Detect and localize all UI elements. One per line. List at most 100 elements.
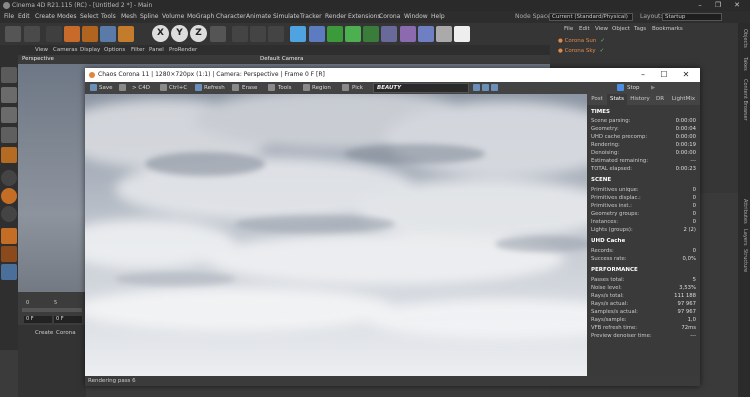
menu-render[interactable]: Render (325, 11, 346, 23)
tab-post[interactable]: Post (587, 94, 607, 105)
tab-layers[interactable]: Layers (740, 229, 748, 246)
deformer-icon[interactable] (363, 26, 379, 42)
viewport-menu-filter[interactable]: Filter (131, 45, 145, 55)
menu-mesh[interactable]: Mesh (121, 11, 137, 23)
viewport-menu-panel[interactable]: Panel (149, 45, 164, 55)
om-menu-edit[interactable]: Edit (579, 26, 590, 32)
stop-button[interactable]: Stop (627, 82, 640, 94)
edges-mode-icon[interactable] (1, 147, 17, 163)
solo-icon[interactable] (1, 228, 17, 244)
om-menu-view[interactable]: View (595, 26, 608, 32)
cloner-icon[interactable] (345, 26, 361, 42)
current-frame-field[interactable]: 0 F (24, 316, 52, 323)
lamp-icon[interactable] (454, 26, 470, 42)
menu-create[interactable]: Create (35, 11, 55, 23)
menu-simulate[interactable]: Simulate (273, 11, 300, 23)
tab-objects[interactable]: Objects (740, 29, 748, 48)
tab-lightmix[interactable]: LightMix (667, 94, 700, 105)
timeline-scrubber[interactable] (22, 308, 82, 312)
light-icon[interactable] (436, 26, 452, 42)
menu-window[interactable]: Window (404, 11, 428, 23)
snap-icon[interactable] (1, 170, 17, 186)
enable-axis-icon[interactable] (1, 188, 17, 204)
render-view-icon[interactable] (232, 26, 248, 42)
menu-help[interactable]: Help (431, 11, 445, 23)
live-selection-icon[interactable] (46, 26, 62, 42)
material-menu-create[interactable]: Create (35, 330, 53, 336)
tab-history[interactable]: History (627, 94, 653, 105)
vfb-minimize-icon[interactable]: – (633, 68, 653, 82)
vfb-maximize-icon[interactable]: ☐ (654, 68, 674, 82)
menu-volume[interactable]: Volume (162, 11, 184, 23)
region-button[interactable]: Region (312, 82, 331, 94)
render-image[interactable] (85, 94, 587, 376)
subdivision-icon[interactable] (327, 26, 343, 42)
menu-file[interactable]: File (4, 11, 14, 23)
close-icon[interactable]: ✕ (727, 0, 747, 11)
scale-icon[interactable] (82, 26, 98, 42)
pick-button[interactable]: Pick (352, 82, 363, 94)
grid-icon[interactable] (1, 264, 17, 280)
tab-content-browser[interactable]: Content Browser (740, 79, 748, 121)
layout-select[interactable]: Startup (662, 13, 722, 21)
erase-button[interactable]: Erase (242, 82, 257, 94)
render-settings-icon[interactable] (268, 26, 284, 42)
tab-stats[interactable]: Stats (607, 94, 627, 105)
zoom-out-icon[interactable] (491, 84, 498, 91)
minimize-icon[interactable]: – (690, 0, 710, 11)
node-space-select[interactable]: Current (Standard/Physical) (549, 13, 633, 21)
start-frame-field[interactable]: 0 F (54, 316, 82, 323)
redo-icon[interactable] (24, 26, 40, 42)
undo-icon[interactable] (5, 26, 21, 42)
lock-workplane-icon[interactable] (1, 246, 17, 262)
pen-icon[interactable] (309, 26, 325, 42)
om-menu-object[interactable]: Object (612, 26, 630, 32)
om-menu-tags[interactable]: Tags (634, 26, 646, 32)
to-c4d-button[interactable]: > C4D (132, 82, 150, 94)
save-button[interactable]: Save (99, 82, 113, 94)
rotate-icon[interactable] (100, 26, 116, 42)
menu-character[interactable]: Character (216, 11, 246, 23)
tab-takes[interactable]: Takes (740, 57, 748, 71)
zoom-fit-icon[interactable] (473, 84, 480, 91)
material-menu-corona[interactable]: Corona (56, 330, 76, 336)
viewport-menu-prorender[interactable]: ProRender (169, 45, 197, 55)
menu-edit[interactable]: Edit (18, 11, 30, 23)
z-axis-lock-icon[interactable]: Z (190, 25, 207, 42)
points-mode-icon[interactable] (1, 127, 17, 143)
copy-button[interactable]: Ctrl+C (169, 82, 187, 94)
tab-attributes[interactable]: Attributes (740, 199, 748, 224)
x-axis-lock-icon[interactable]: X (152, 25, 169, 42)
menu-mograph[interactable]: MoGraph (187, 11, 214, 23)
render-channel-select[interactable]: BEAUTY (373, 83, 469, 93)
menu-select[interactable]: Select (80, 11, 99, 23)
cube-icon[interactable] (290, 26, 306, 42)
menu-extensions[interactable]: Extensions (348, 11, 381, 23)
tab-dr[interactable]: DR (653, 94, 667, 105)
tab-structure[interactable]: Structure (740, 249, 748, 272)
y-axis-lock-icon[interactable]: Y (171, 25, 188, 42)
render-button[interactable]: ▶ (651, 82, 655, 94)
menu-animate[interactable]: Animate (246, 11, 271, 23)
om-menu-bookmarks[interactable]: Bookmarks (652, 26, 683, 32)
floor-icon[interactable] (400, 26, 416, 42)
menu-corona[interactable]: Corona (379, 11, 400, 23)
viewport-menu-display[interactable]: Display (80, 45, 100, 55)
object-row-corona-sun[interactable]: ● Corona Sun ✓ (558, 38, 605, 44)
menu-spline[interactable]: Spline (140, 11, 158, 23)
viewport-menu-view[interactable]: View (35, 45, 48, 55)
vfb-close-icon[interactable]: ✕ (676, 68, 696, 82)
field-icon[interactable] (381, 26, 397, 42)
coordinate-system-icon[interactable] (210, 26, 226, 42)
tools-button[interactable]: Tools (278, 82, 292, 94)
texture-mode-icon[interactable] (1, 107, 17, 123)
refresh-button[interactable]: Refresh (204, 82, 225, 94)
move-icon[interactable] (64, 26, 80, 42)
render-picture-viewer-icon[interactable] (250, 26, 266, 42)
make-editable-icon[interactable] (1, 67, 17, 83)
workplane-icon[interactable] (1, 206, 17, 222)
model-mode-icon[interactable] (1, 87, 17, 103)
menu-tracker[interactable]: Tracker (300, 11, 322, 23)
om-menu-file[interactable]: File (564, 26, 573, 32)
object-row-corona-sky[interactable]: ● Corona Sky ✓ (558, 48, 604, 54)
